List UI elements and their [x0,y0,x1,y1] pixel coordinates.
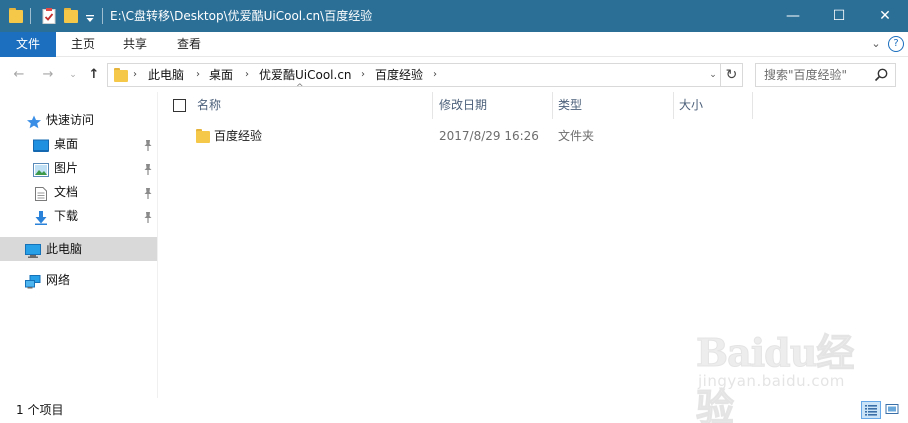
large-icons-view-icon[interactable] [883,401,903,419]
search-icon[interactable] [873,67,889,83]
sidebar-item-label: 桌面 [54,137,79,151]
column-header-size[interactable]: 大小 [679,92,749,119]
column-header-type[interactable]: 类型 [558,92,668,119]
sidebar-item-pictures[interactable]: 图片 [0,156,157,180]
breadcrumb-uicool[interactable]: 优爱酷UiCool.cn [259,64,352,86]
breadcrumb-separator: › [245,69,249,80]
downloads-icon [33,209,49,225]
item-count: 1 个项目 [16,403,64,417]
search-input[interactable] [764,67,874,83]
breadcrumb-separator: › [361,69,365,80]
minimize-button[interactable]: — [770,0,816,32]
file-modified: 2017/8/29 16:26 [439,129,539,143]
sidebar-item-this-pc[interactable]: 此电脑 [0,237,157,261]
navigation-row: ← → ⌄ ↑ › 此电脑 › 桌面 › 优爱酷UiCool.cn › 百度经验… [0,58,908,92]
breadcrumb-separator: › [196,69,200,80]
sidebar-item-downloads[interactable]: 下载 [0,204,157,228]
pictures-icon [33,161,49,177]
new-folder-icon[interactable] [64,8,78,24]
address-bar[interactable]: › 此电脑 › 桌面 › 优爱酷UiCool.cn › 百度经验 › ⌄ ↻ [107,63,743,87]
sidebar-item-label: 网络 [46,273,71,287]
close-icon: ✕ [879,8,891,24]
sidebar-item-label: 此电脑 [46,242,83,256]
sidebar-item-documents[interactable]: 文档 [0,180,157,204]
sidebar-item-label: 下载 [54,209,79,223]
folder-icon[interactable] [9,8,23,24]
folder-icon [196,129,210,143]
desktop-icon [33,137,49,152]
close-button[interactable]: ✕ [862,0,908,32]
customize-dropdown-icon[interactable] [86,12,94,22]
breadcrumb-baidu-jingyan[interactable]: 百度经验 [375,64,423,86]
pin-icon[interactable] [143,137,153,151]
network-icon [25,273,41,289]
window-title: E:\C盘转移\Desktop\优爱酷UiCool.cn\百度经验 [110,9,373,23]
sidebar-item-label: 文档 [54,185,79,199]
address-dropdown-icon[interactable]: ⌄ [706,67,720,83]
table-row[interactable]: 百度经验 2017/8/29 16:26 文件夹 [159,124,908,148]
pin-icon[interactable] [143,161,153,175]
column-divider[interactable] [432,92,433,119]
computer-icon [25,242,41,258]
help-icon[interactable]: ? [888,36,904,52]
tab-view[interactable]: 查看 [166,32,212,57]
sidebar-item-quick-access[interactable]: 快速访问 [0,108,157,132]
title-separator [102,8,103,24]
file-name: 百度经验 [214,129,263,143]
properties-icon[interactable] [42,8,56,24]
sidebar-item-label: 快速访问 [46,113,95,127]
baidu-watermark: Baidu经验 jingyan.baidu.com [696,318,866,423]
sidebar-item-label: 图片 [54,161,79,175]
column-divider[interactable] [752,92,753,119]
tab-share[interactable]: 共享 [112,32,158,57]
pin-icon[interactable] [143,209,153,223]
column-header-date[interactable]: 修改日期 [439,92,549,119]
file-type: 文件夹 [558,129,595,143]
up-button[interactable]: ↑ [85,66,103,84]
recent-locations-icon[interactable]: ⌄ [64,66,82,84]
back-button[interactable]: ← [10,66,28,84]
maximize-button[interactable]: ☐ [816,0,862,32]
title-separator [30,8,31,24]
minimize-icon: — [786,8,800,24]
maximize-icon: ☐ [832,8,846,24]
refresh-button[interactable]: ↻ [720,63,742,87]
breadcrumb-separator: › [433,69,437,80]
column-divider[interactable] [552,92,553,119]
tab-home[interactable]: 主页 [60,32,106,57]
search-box[interactable] [755,63,896,87]
star-icon [26,113,42,129]
ribbon: 文件 主页 共享 查看 ⌄ ? [0,32,908,57]
column-divider[interactable] [673,92,674,119]
title-bar: E:\C盘转移\Desktop\优爱酷UiCool.cn\百度经验 — ☐ ✕ [0,0,908,32]
ribbon-expand-icon[interactable]: ⌄ [868,36,884,52]
breadcrumb-separator: › [133,69,137,80]
column-header-name[interactable]: 名称 [197,92,429,119]
address-folder-icon [114,68,128,82]
breadcrumb-desktop[interactable]: 桌面 [209,64,233,86]
tab-file[interactable]: 文件 [0,32,56,57]
sidebar-item-desktop[interactable]: 桌面 [0,132,157,156]
breadcrumb-this-pc[interactable]: 此电脑 [148,64,184,86]
navigation-pane: 快速访问 桌面 图片 文档 下载 此电脑 网络 [0,92,158,398]
documents-icon [33,185,49,201]
sidebar-item-network[interactable]: 网络 [0,268,157,292]
forward-button[interactable]: → [39,66,57,84]
pin-icon[interactable] [143,185,153,199]
watermark-url: jingyan.baidu.com [698,372,845,390]
select-all-checkbox[interactable] [173,99,186,112]
